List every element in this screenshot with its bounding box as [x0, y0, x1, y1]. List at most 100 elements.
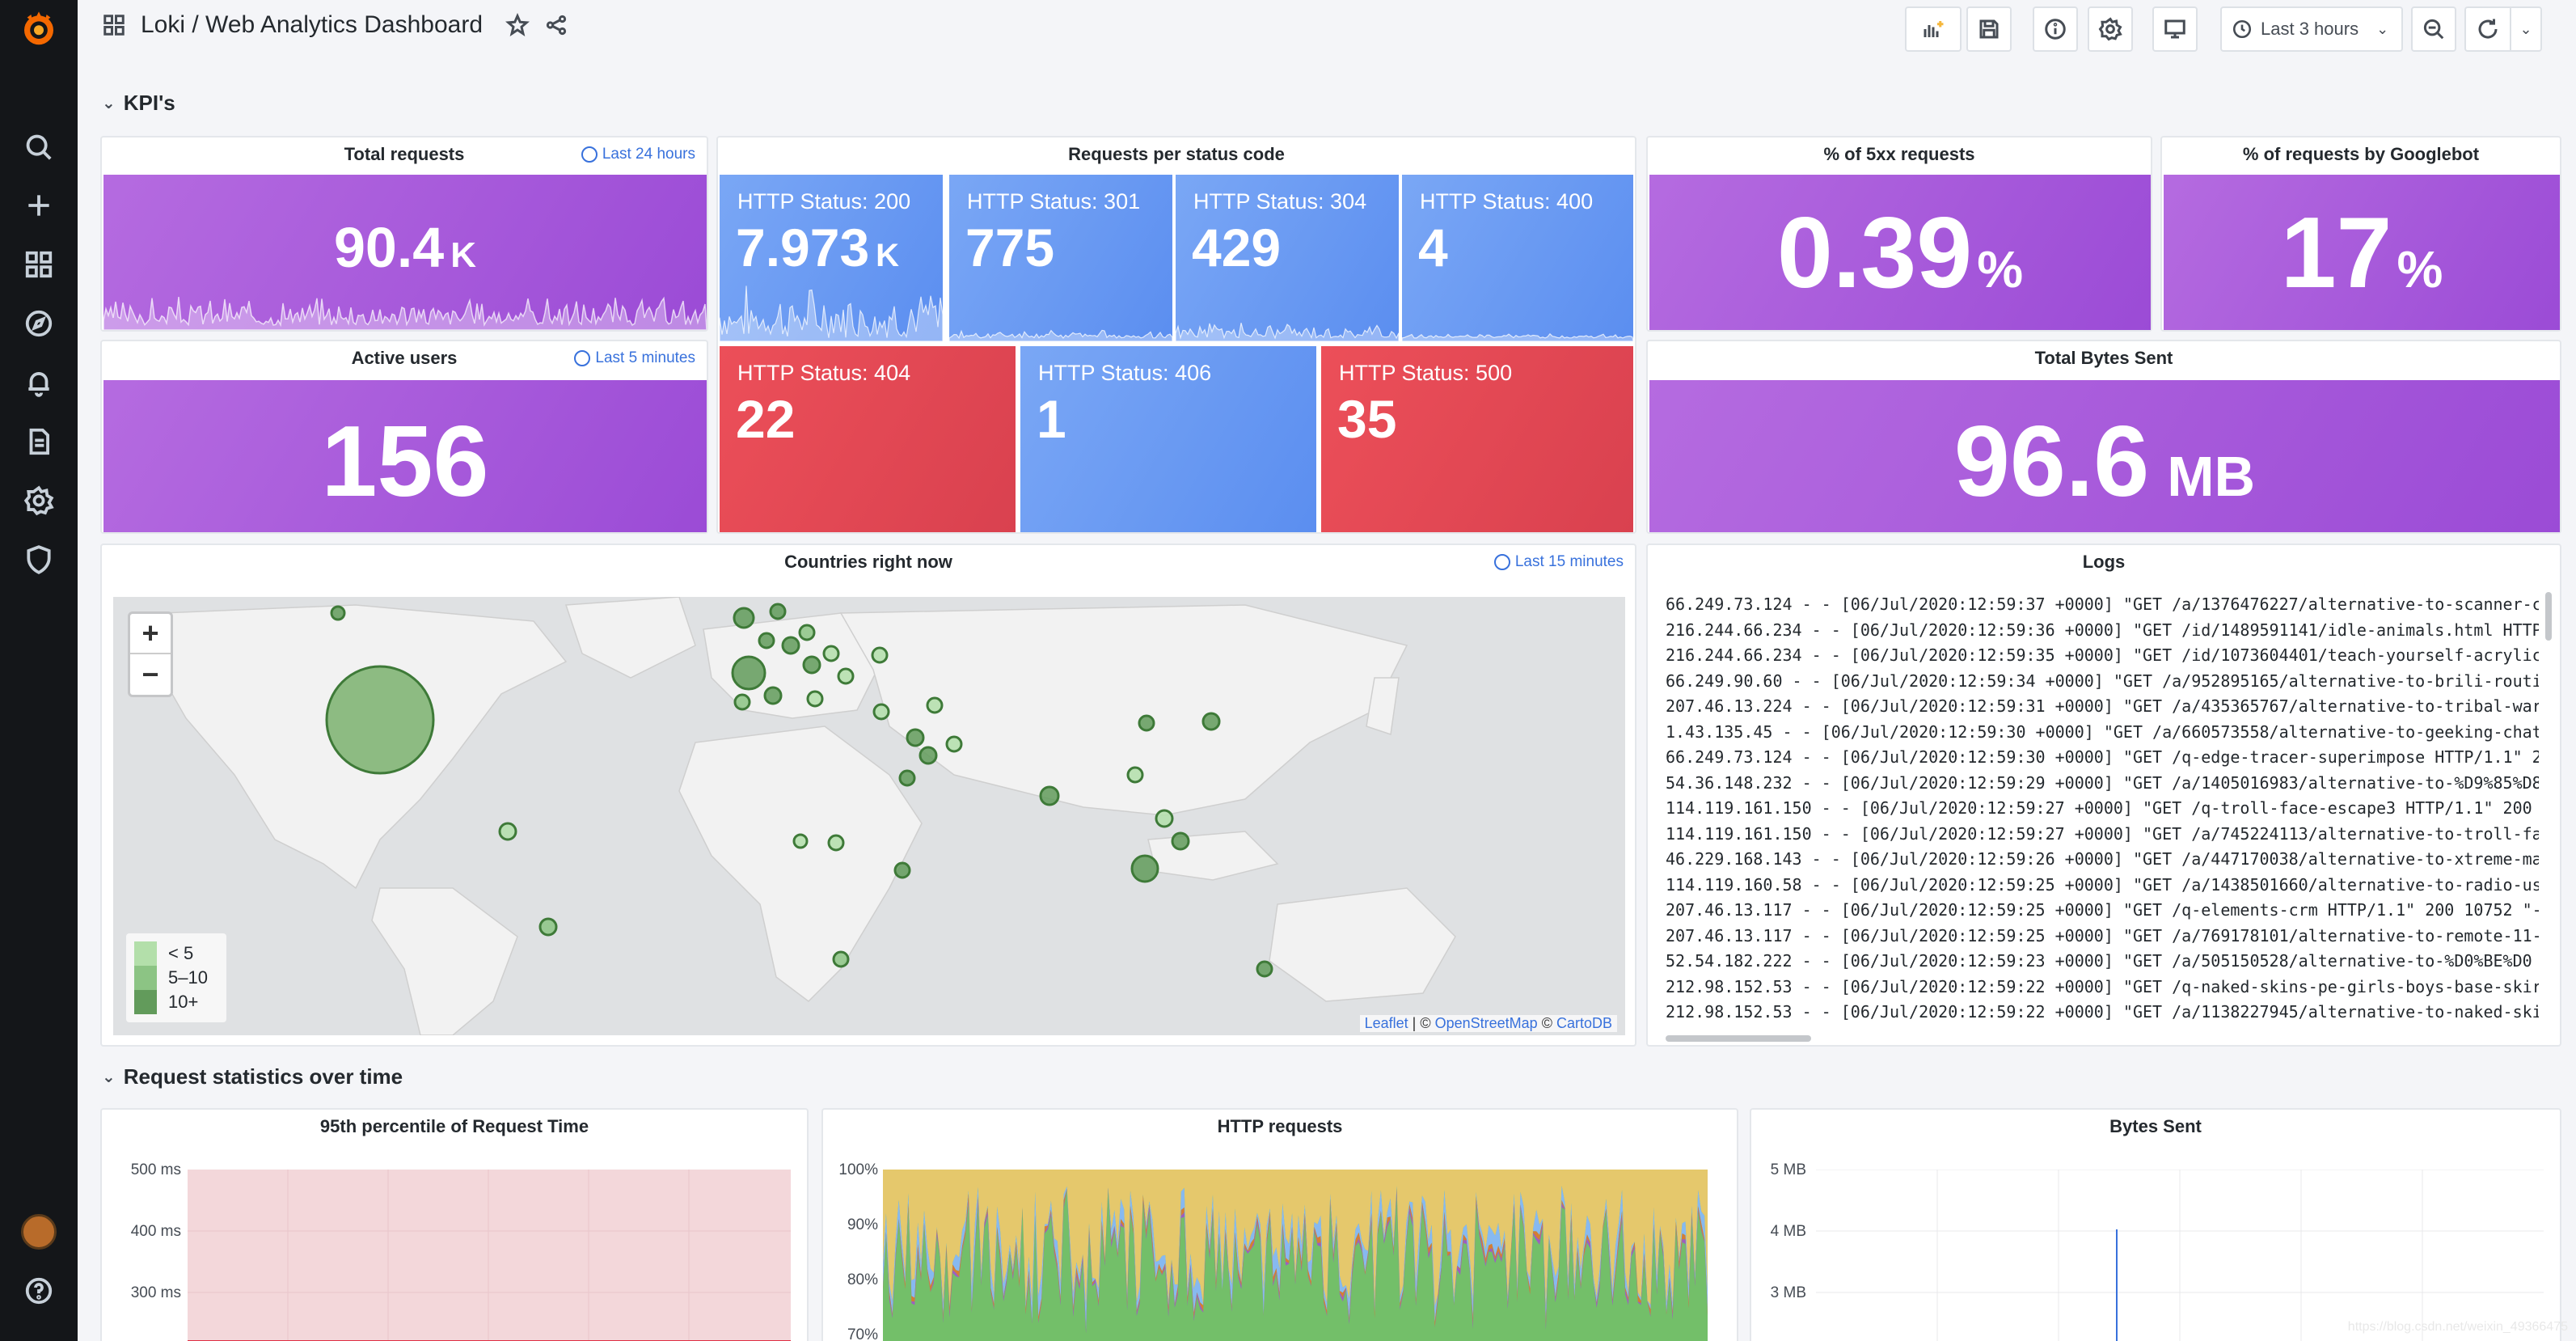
log-line[interactable]: 114.119.161.150 - - [06/Jul/2020:12:59:2…: [1666, 796, 2539, 822]
country-marker[interactable]: [733, 607, 755, 629]
country-marker[interactable]: [1039, 785, 1060, 806]
log-line[interactable]: 114.119.160.58 - - [06/Jul/2020:12:59:25…: [1666, 873, 2539, 899]
add-panel-button[interactable]: [1905, 6, 1962, 52]
country-marker[interactable]: [918, 746, 938, 765]
time-range-picker[interactable]: Last 3 hours ⌄: [2220, 6, 2403, 52]
tv-mode-button[interactable]: [2152, 6, 2198, 52]
zoom-out-time-button[interactable]: [2411, 6, 2456, 52]
world-map[interactable]: + − < 5 5–10 10+ Leaflet | © OpenStreetM…: [113, 597, 1625, 1035]
grafana-logo-icon[interactable]: [19, 10, 58, 49]
country-marker[interactable]: [827, 834, 845, 852]
country-marker[interactable]: [1171, 831, 1190, 851]
osm-link[interactable]: OpenStreetMap: [1435, 1015, 1538, 1031]
country-marker[interactable]: [538, 917, 558, 937]
configuration-gear-icon[interactable]: [19, 481, 58, 520]
row-kpis[interactable]: ⌄ KPI's: [102, 91, 175, 116]
create-plus-icon[interactable]: [19, 186, 58, 225]
panel-bytes-sent[interactable]: Bytes Sent 5 MB 4 MB 3 MB: [1750, 1108, 2561, 1341]
log-line[interactable]: 207.46.13.224 - - [06/Jul/2020:12:59:31 …: [1666, 694, 2539, 720]
log-line[interactable]: 212.98.152.53 - - [06/Jul/2020:12:59:22 …: [1666, 975, 2539, 1000]
country-marker[interactable]: [498, 822, 517, 841]
leaflet-link[interactable]: Leaflet: [1365, 1015, 1408, 1031]
log-line[interactable]: 207.46.13.117 - - [06/Jul/2020:12:59:25 …: [1666, 898, 2539, 924]
reports-document-icon[interactable]: [19, 422, 58, 461]
dashboard-info-button[interactable]: [2033, 6, 2078, 52]
country-marker[interactable]: [822, 645, 840, 662]
country-marker[interactable]: [1155, 809, 1174, 828]
panel-countries-map[interactable]: Countries right now Last 15 minutes + − …: [100, 544, 1636, 1047]
country-marker[interactable]: [837, 667, 855, 685]
panel-http-requests[interactable]: HTTP requests 100% 90% 80% 70%: [821, 1108, 1738, 1341]
log-line[interactable]: 66.249.73.124 - - [06/Jul/2020:12:59:30 …: [1666, 745, 2539, 771]
carto-link[interactable]: CartoDB: [1556, 1015, 1612, 1031]
country-marker[interactable]: [872, 703, 890, 721]
dashboard-title[interactable]: Loki / Web Analytics Dashboard: [141, 11, 483, 39]
explore-compass-icon[interactable]: [19, 304, 58, 343]
country-marker[interactable]: [325, 665, 435, 775]
bytes-sent-graph[interactable]: [1816, 1170, 2544, 1341]
log-line[interactable]: 52.54.182.222 - - [06/Jul/2020:12:59:23 …: [1666, 949, 2539, 975]
panel-logs[interactable]: Logs 66.249.73.124 - - [06/Jul/2020:12:5…: [1646, 544, 2561, 1047]
log-line[interactable]: 66.249.90.60 - - [06/Jul/2020:12:59:34 +…: [1666, 669, 2539, 695]
star-icon[interactable]: [505, 13, 530, 37]
country-marker[interactable]: [792, 833, 809, 849]
share-icon[interactable]: [544, 13, 568, 37]
country-marker[interactable]: [733, 693, 751, 711]
country-marker[interactable]: [763, 686, 783, 705]
panel-pct-5xx[interactable]: % of 5xx requests 0.39%: [1646, 136, 2152, 332]
log-line[interactable]: 216.244.66.234 - - [06/Jul/2020:12:59:36…: [1666, 618, 2539, 644]
country-marker[interactable]: [1130, 854, 1159, 883]
refresh-button[interactable]: [2464, 6, 2510, 52]
country-marker[interactable]: [769, 603, 787, 620]
log-line[interactable]: 1.43.135.45 - - [06/Jul/2020:12:59:30 +0…: [1666, 720, 2539, 746]
server-admin-shield-icon[interactable]: [19, 540, 58, 579]
refresh-interval-dropdown[interactable]: ⌄: [2510, 6, 2542, 52]
country-marker[interactable]: [798, 624, 816, 641]
country-marker[interactable]: [906, 728, 925, 747]
country-marker[interactable]: [806, 690, 824, 708]
p95-graph[interactable]: [188, 1170, 802, 1341]
country-marker[interactable]: [731, 655, 766, 691]
country-marker[interactable]: [802, 655, 821, 675]
dashboard-settings-button[interactable]: [2088, 6, 2133, 52]
country-marker[interactable]: [1256, 960, 1273, 978]
log-line[interactable]: 66.249.73.124 - - [06/Jul/2020:12:59:37 …: [1666, 592, 2539, 618]
log-lines[interactable]: 66.249.73.124 - - [06/Jul/2020:12:59:37 …: [1666, 592, 2539, 1032]
log-line[interactable]: 46.229.168.143 - - [06/Jul/2020:12:59:26…: [1666, 847, 2539, 873]
panel-active-users[interactable]: Active users Last 5 minutes 156: [100, 340, 708, 534]
country-marker[interactable]: [758, 632, 775, 649]
help-icon[interactable]: [19, 1271, 58, 1310]
log-line[interactable]: 212.98.152.53 - - [06/Jul/2020:12:59:22 …: [1666, 1000, 2539, 1026]
save-dashboard-button[interactable]: [1966, 6, 2012, 52]
country-marker[interactable]: [945, 735, 963, 753]
http-requests-graph[interactable]: [883, 1170, 1708, 1341]
alerting-bell-icon[interactable]: [19, 363, 58, 402]
zoom-in-button[interactable]: +: [130, 614, 171, 654]
log-line[interactable]: 54.36.148.232 - - [06/Jul/2020:12:59:29 …: [1666, 771, 2539, 797]
dashboards-grid-icon[interactable]: [19, 245, 58, 284]
panel-total-requests[interactable]: Total requests Last 24 hours 90.4 K: [100, 136, 708, 332]
panel-requests-per-status-code[interactable]: Requests per status code HTTP Status: 20…: [716, 136, 1636, 534]
country-marker[interactable]: [871, 646, 889, 664]
country-marker[interactable]: [832, 950, 850, 968]
country-marker[interactable]: [893, 861, 911, 879]
log-line[interactable]: 207.46.13.117 - - [06/Jul/2020:12:59:25 …: [1666, 924, 2539, 950]
search-icon[interactable]: [19, 128, 58, 167]
panel-p95-request-time[interactable]: 95th percentile of Request Time 500 ms 4…: [100, 1108, 809, 1341]
country-marker[interactable]: [1138, 714, 1155, 732]
country-marker[interactable]: [1201, 712, 1221, 731]
zoom-out-button[interactable]: −: [130, 654, 171, 695]
row-request-statistics[interactable]: ⌄ Request statistics over time: [102, 1064, 403, 1089]
log-line[interactable]: 114.119.161.150 - - [06/Jul/2020:12:59:2…: [1666, 822, 2539, 848]
log-line[interactable]: 216.244.66.234 - - [06/Jul/2020:12:59:35…: [1666, 643, 2539, 669]
panel-pct-googlebot[interactable]: % of requests by Googlebot 17%: [2160, 136, 2561, 332]
user-avatar[interactable]: [19, 1212, 58, 1251]
country-marker[interactable]: [781, 636, 800, 655]
country-marker[interactable]: [898, 769, 916, 787]
country-marker[interactable]: [926, 696, 944, 714]
panel-total-bytes-sent[interactable]: Total Bytes Sent 96.6 MB: [1646, 340, 2561, 534]
country-marker[interactable]: [330, 605, 346, 621]
logs-vertical-scrollbar[interactable]: [2545, 592, 2552, 641]
logs-horizontal-scrollbar[interactable]: [1666, 1035, 1811, 1042]
country-marker[interactable]: [1126, 766, 1144, 784]
